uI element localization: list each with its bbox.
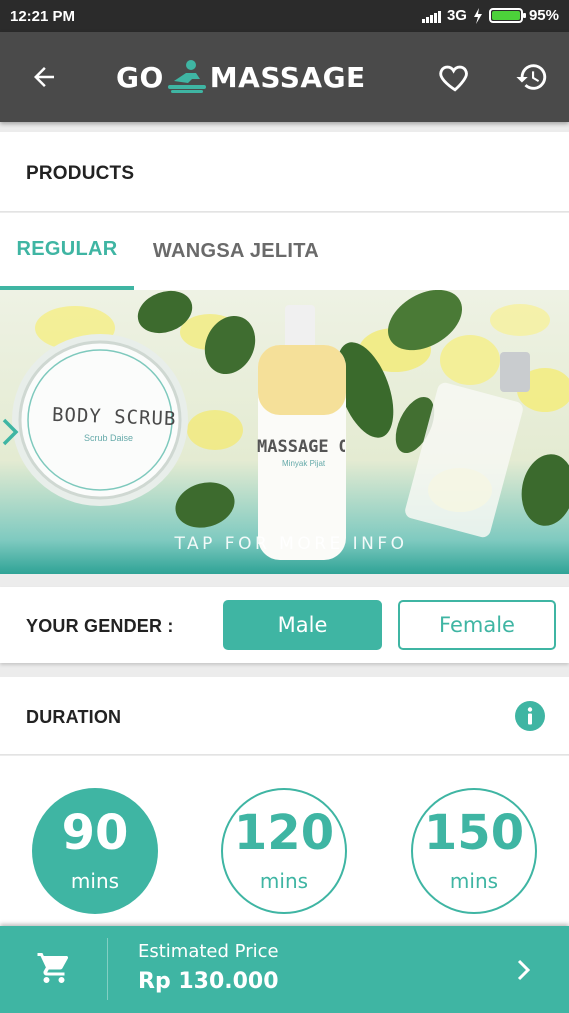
tab-regular[interactable]: REGULAR bbox=[0, 213, 134, 290]
go-massage-logo: GO MASSAGE bbox=[116, 56, 366, 98]
duration-unit: mins bbox=[70, 869, 120, 893]
duration-option-120[interactable]: 120 mins bbox=[221, 788, 347, 914]
product-tabs: REGULAR WANGSA JELITA bbox=[0, 213, 569, 290]
duration-unit: mins bbox=[259, 869, 309, 893]
jar-sublabel: Scrub Daise bbox=[84, 433, 134, 443]
logo-text-massage: MASSAGE bbox=[209, 60, 366, 94]
duration-option-150[interactable]: 150 mins bbox=[411, 788, 537, 914]
massage-logo-icon bbox=[167, 60, 206, 93]
chevron-right-icon[interactable] bbox=[0, 417, 20, 447]
banner-hint: TAP FOR MORE INFO bbox=[174, 534, 408, 554]
duration-title: DURATION bbox=[26, 707, 122, 727]
product-banner[interactable]: BODY SCRUB Scrub Daise MASSAGE OIL Minya… bbox=[0, 290, 569, 574]
banner-image bbox=[12, 290, 569, 560]
duration-section: DURATION bbox=[0, 677, 569, 755]
network-type: 3G bbox=[446, 7, 467, 24]
male-button[interactable]: Male bbox=[223, 600, 382, 650]
duration-options: 90 mins 120 mins 150 mins bbox=[0, 756, 569, 926]
logo-text-go: GO bbox=[116, 60, 164, 94]
divider bbox=[107, 938, 108, 1000]
duration-unit: mins bbox=[449, 869, 499, 893]
products-section: PRODUCTS bbox=[0, 132, 569, 212]
estimated-price-value: Rp 130.000 bbox=[138, 969, 279, 994]
bottle-label: MASSAGE OIL bbox=[257, 437, 345, 457]
duration-value: 90 bbox=[61, 805, 129, 861]
jar-label: BODY SCRUB bbox=[51, 403, 177, 431]
info-icon[interactable] bbox=[515, 701, 545, 731]
signal-icon bbox=[421, 9, 441, 23]
app-bar: GO MASSAGE bbox=[0, 32, 569, 122]
tab-wangsa-jelita[interactable]: WANGSA JELITA bbox=[134, 213, 338, 290]
chevron-right-icon bbox=[517, 959, 531, 981]
checkout-bar[interactable]: Estimated Price Rp 130.000 bbox=[0, 926, 569, 1013]
status-right: 3G 95% bbox=[421, 7, 559, 24]
gender-section: YOUR GENDER : Male Female bbox=[0, 587, 569, 663]
back-arrow-icon bbox=[34, 67, 54, 87]
heart-icon bbox=[439, 65, 468, 92]
favorite-button[interactable] bbox=[435, 57, 475, 97]
history-icon bbox=[516, 64, 547, 90]
status-time: 12:21 PM bbox=[10, 8, 76, 25]
female-button[interactable]: Female bbox=[398, 600, 556, 650]
battery-icon bbox=[488, 8, 526, 23]
cart-icon bbox=[37, 953, 69, 983]
gender-title: YOUR GENDER : bbox=[26, 616, 174, 636]
products-title: PRODUCTS bbox=[26, 163, 135, 184]
bottle-sublabel: Minyak Pijat bbox=[282, 459, 326, 468]
charging-icon bbox=[473, 7, 482, 24]
duration-value: 120 bbox=[233, 805, 335, 861]
estimated-price-label: Estimated Price bbox=[138, 941, 279, 962]
history-button[interactable] bbox=[512, 57, 552, 97]
duration-option-90[interactable]: 90 mins bbox=[32, 788, 158, 914]
duration-value: 150 bbox=[423, 805, 525, 861]
battery-percent: 95% bbox=[528, 7, 559, 24]
back-button[interactable] bbox=[24, 57, 64, 97]
status-bar: 12:21 PM 3G 95% bbox=[0, 0, 569, 32]
